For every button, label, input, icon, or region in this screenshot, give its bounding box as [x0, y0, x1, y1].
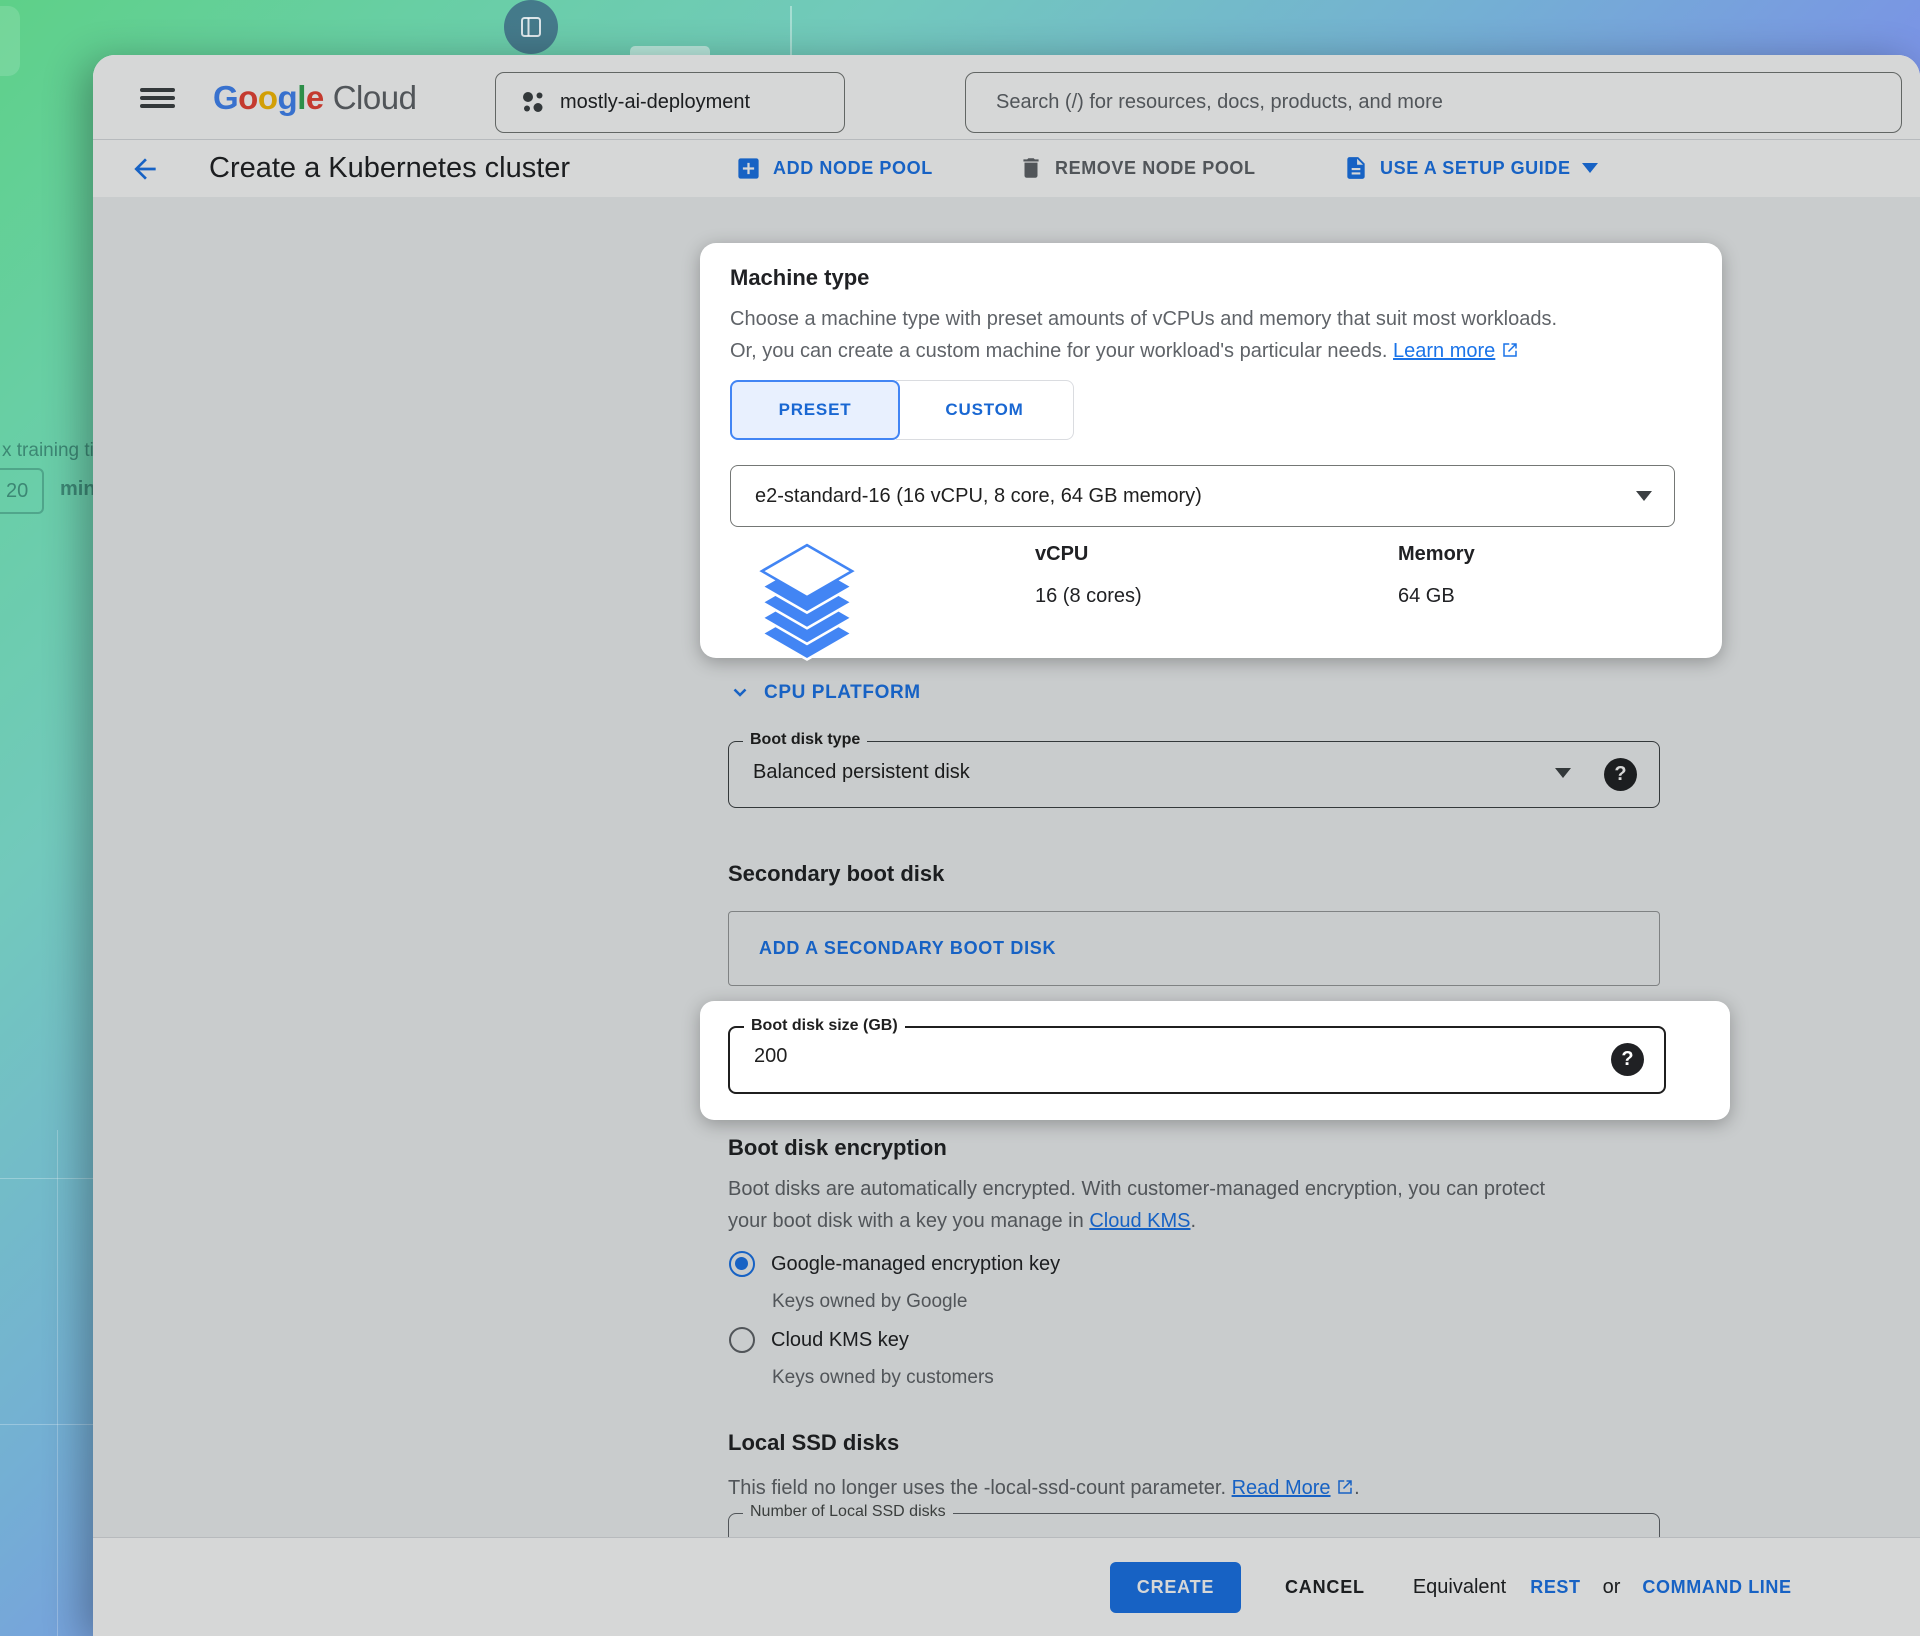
machine-type-tabs: PRESET CUSTOM	[730, 380, 1074, 440]
encryption-description-period: .	[1190, 1210, 1196, 1232]
machine-type-heading: Machine type	[730, 265, 869, 291]
radio-google-managed[interactable]: Google-managed encryption key	[729, 1251, 1060, 1277]
local-ssd-description: This field no longer uses the -local-ssd…	[728, 1472, 1360, 1504]
use-setup-guide-button[interactable]: USE A SETUP GUIDE	[1343, 155, 1598, 181]
tab-preset[interactable]: PRESET	[730, 380, 900, 440]
background-training-value: 20	[0, 468, 44, 514]
boot-disk-encryption-heading: Boot disk encryption	[728, 1135, 947, 1161]
google-cloud-logo: GoogleCloud	[213, 79, 416, 117]
boot-disk-type-select[interactable]: Boot disk type Balanced persistent disk …	[728, 741, 1660, 808]
project-name: mostly-ai-deployment	[560, 91, 750, 114]
use-setup-guide-label: USE A SETUP GUIDE	[1380, 158, 1571, 179]
command-line-link[interactable]: COMMAND LINE	[1642, 1577, 1791, 1598]
radio-cloud-kms-sub: Keys owned by customers	[772, 1367, 994, 1389]
boot-disk-size-field[interactable]: Boot disk size (GB) ?	[728, 1026, 1666, 1094]
project-selector[interactable]: mostly-ai-deployment	[495, 72, 845, 133]
cloud-kms-link[interactable]: Cloud KMS	[1089, 1210, 1190, 1232]
console-window: GoogleCloud mostly-ai-deployment Create …	[93, 55, 1920, 1636]
radio-google-managed-label: Google-managed encryption key	[771, 1253, 1060, 1276]
add-node-pool-label: ADD NODE POOL	[773, 158, 933, 179]
remove-node-pool-label: REMOVE NODE POOL	[1055, 158, 1256, 179]
local-ssd-heading: Local SSD disks	[728, 1430, 899, 1456]
background-gridline	[57, 1130, 58, 1636]
external-link-icon	[1336, 1478, 1354, 1496]
boot-disk-size-input[interactable]	[754, 1045, 1514, 1068]
project-icon	[520, 90, 546, 116]
footer-action-bar: CREATE CANCEL Equivalent REST or COMMAND…	[93, 1537, 1920, 1636]
or-label: or	[1603, 1576, 1621, 1599]
encryption-description-line1: Boot disks are automatically encrypted. …	[728, 1178, 1545, 1200]
local-ssd-count-label: Number of Local SSD disks	[743, 1503, 953, 1521]
background-divider	[790, 6, 792, 55]
radio-selected-icon[interactable]	[729, 1251, 755, 1277]
boot-disk-type-value: Balanced persistent disk	[753, 761, 970, 784]
machine-type-description-line1: Choose a machine type with preset amount…	[730, 308, 1557, 330]
memory-value: 64 GB	[1398, 585, 1475, 608]
secondary-boot-disk-box: ADD A SECONDARY BOOT DISK	[728, 911, 1660, 986]
machine-type-description-line2: Or, you can create a custom machine for …	[730, 340, 1387, 362]
create-button[interactable]: CREATE	[1110, 1562, 1241, 1613]
machine-type-description: Choose a machine type with preset amount…	[730, 303, 1680, 367]
back-button[interactable]	[129, 153, 161, 185]
background-app-icon	[504, 0, 558, 54]
radio-cloud-kms-label: Cloud KMS key	[771, 1329, 909, 1352]
tab-custom[interactable]: CUSTOM	[896, 380, 1074, 440]
local-ssd-description-text: This field no longer uses the -local-ssd…	[728, 1477, 1226, 1499]
cancel-button[interactable]: CANCEL	[1285, 1577, 1365, 1598]
equivalent-label: Equivalent	[1413, 1576, 1506, 1599]
dropdown-caret-icon	[1636, 491, 1652, 501]
machine-type-selected-value: e2-standard-16 (16 vCPU, 8 core, 64 GB m…	[755, 485, 1202, 508]
vcpu-spec: vCPU 16 (8 cores)	[1035, 543, 1142, 608]
add-node-pool-button[interactable]: ADD NODE POOL	[735, 155, 933, 182]
search-input[interactable]	[965, 72, 1902, 133]
boot-disk-type-label: Boot disk type	[743, 731, 867, 749]
machine-layers-icon	[755, 543, 859, 665]
machine-type-select[interactable]: e2-standard-16 (16 vCPU, 8 core, 64 GB m…	[730, 465, 1675, 527]
radio-google-managed-sub: Keys owned by Google	[772, 1291, 967, 1313]
cpu-platform-toggle[interactable]: CPU PLATFORM	[728, 681, 921, 705]
read-more-link[interactable]: Read More	[1232, 1477, 1331, 1499]
document-icon	[1343, 155, 1369, 181]
learn-more-link[interactable]: Learn more	[1393, 340, 1495, 362]
cpu-platform-label: CPU PLATFORM	[764, 682, 921, 704]
add-secondary-boot-disk-button[interactable]: ADD A SECONDARY BOOT DISK	[759, 938, 1056, 959]
encryption-description-line2: your boot disk with a key you manage in	[728, 1210, 1084, 1232]
google-logo-cloud: Cloud	[333, 79, 417, 116]
external-link-icon	[1501, 341, 1519, 359]
page-title: Create a Kubernetes cluster	[209, 152, 570, 185]
hamburger-menu-icon[interactable]	[140, 88, 175, 108]
background-gridline	[0, 1178, 93, 1179]
boot-disk-encryption-description: Boot disks are automatically encrypted. …	[728, 1173, 1678, 1237]
google-logo-google: Google	[213, 79, 324, 116]
memory-spec: Memory 64 GB	[1398, 543, 1475, 608]
dropdown-caret-icon	[1555, 768, 1571, 778]
vcpu-value: 16 (8 cores)	[1035, 585, 1142, 608]
boot-disk-size-card: Boot disk size (GB) ?	[700, 1001, 1730, 1120]
help-icon[interactable]: ?	[1611, 1043, 1644, 1076]
boot-disk-size-label: Boot disk size (GB)	[744, 1017, 905, 1035]
background-training-unit: min	[60, 478, 96, 501]
chevron-down-icon	[728, 681, 752, 705]
add-box-icon	[735, 155, 762, 182]
top-header: GoogleCloud mostly-ai-deployment	[93, 55, 1920, 139]
trash-icon	[1018, 155, 1044, 181]
local-ssd-description-period: .	[1354, 1477, 1360, 1499]
machine-type-card: Machine type Choose a machine type with …	[700, 243, 1722, 658]
rest-link[interactable]: REST	[1530, 1577, 1580, 1598]
memory-label: Memory	[1398, 543, 1475, 566]
help-icon[interactable]: ?	[1604, 758, 1637, 791]
background-window-corner	[0, 6, 20, 76]
radio-unselected-icon[interactable]	[729, 1327, 755, 1353]
secondary-boot-disk-heading: Secondary boot disk	[728, 861, 944, 887]
vcpu-label: vCPU	[1035, 543, 1142, 566]
background-gridline	[0, 1424, 93, 1425]
radio-cloud-kms[interactable]: Cloud KMS key	[729, 1327, 909, 1353]
title-bar: Create a Kubernetes cluster ADD NODE POO…	[93, 140, 1920, 197]
caret-down-icon	[1582, 163, 1598, 173]
remove-node-pool-button[interactable]: REMOVE NODE POOL	[1018, 155, 1256, 181]
